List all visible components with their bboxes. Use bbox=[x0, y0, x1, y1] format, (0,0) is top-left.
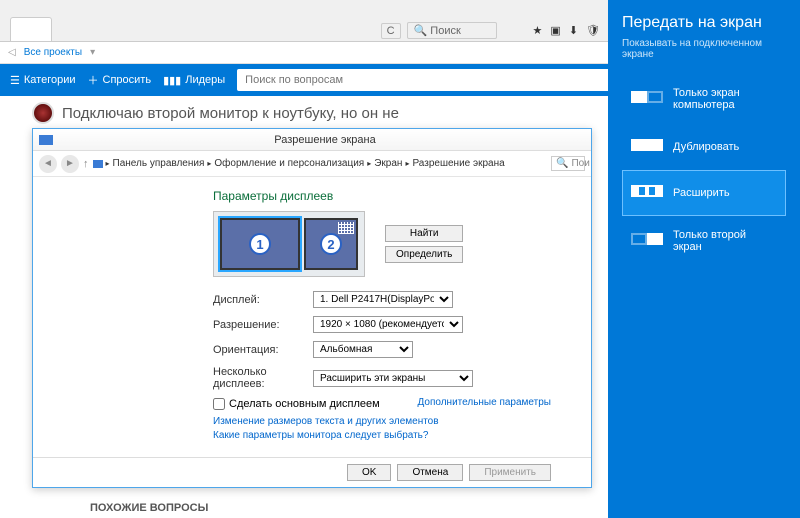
chart-icon: ▮▮▮ bbox=[163, 74, 181, 87]
project-charm-panel: Передать на экран Показывать на подключе… bbox=[608, 0, 800, 518]
charm-option-extend[interactable]: Расширить bbox=[622, 170, 786, 216]
browser-search-placeholder: Поиск bbox=[430, 25, 460, 37]
monitor-2[interactable]: 2 bbox=[304, 218, 358, 270]
browser-tab[interactable] bbox=[10, 17, 52, 41]
asker-avatar[interactable] bbox=[32, 102, 54, 124]
make-primary-label: Сделать основным дисплеем bbox=[229, 398, 380, 410]
bookmark-all-projects[interactable]: Все проекты bbox=[24, 47, 82, 58]
window-title: Разрешение экрана bbox=[59, 134, 591, 146]
browser-search[interactable]: 🔍 Поиск bbox=[407, 22, 497, 39]
app-icon bbox=[39, 135, 53, 145]
question-title: Подключаю второй монитор к ноутбуку, но … bbox=[62, 105, 399, 122]
display-label: Дисплей: bbox=[213, 294, 313, 306]
cancel-button[interactable]: Отмена bbox=[397, 464, 463, 481]
display-select[interactable]: 1. Dell P2417H(DisplayPort) bbox=[313, 291, 453, 308]
resolution-select[interactable]: 1920 × 1080 (рекомендуется) bbox=[313, 316, 463, 333]
ok-button[interactable]: OK bbox=[347, 464, 391, 481]
list-icon: ☰ bbox=[10, 74, 20, 87]
advanced-link[interactable]: Дополнительные параметры bbox=[418, 397, 551, 408]
detect-button[interactable]: Определить bbox=[385, 246, 463, 263]
charm-title: Передать на экран bbox=[622, 14, 786, 32]
nav-search[interactable]: 🔍Пои bbox=[551, 156, 585, 171]
charm-option-second-only[interactable]: Только второй экран bbox=[622, 216, 786, 266]
text-size-link[interactable]: Изменение размеров текста и других элеме… bbox=[213, 416, 551, 427]
which-settings-link[interactable]: Какие параметры монитора следует выбрать… bbox=[213, 430, 551, 441]
nav-forward-button[interactable]: ► bbox=[61, 155, 79, 173]
back-icon[interactable]: ◁ bbox=[8, 47, 16, 58]
apply-button[interactable]: Применить bbox=[469, 464, 551, 481]
charm-option-pc-only[interactable]: Только экран компьютера bbox=[622, 74, 786, 124]
explorer-nav: ◄ ► ↑ ▸ Панель управления▸ Оформление и … bbox=[33, 151, 591, 177]
orientation-select[interactable]: Альбомная bbox=[313, 341, 413, 358]
display-arrangement[interactable]: 1 2 bbox=[213, 211, 365, 277]
orientation-label: Ориентация: bbox=[213, 344, 313, 356]
pocket-icon[interactable]: ▣ bbox=[550, 24, 560, 37]
charm-option-duplicate[interactable]: Дублировать bbox=[622, 124, 786, 170]
multiple-label: Несколько дисплеев: bbox=[213, 366, 313, 390]
nav-up-icon[interactable]: ↑ bbox=[83, 158, 89, 170]
multiple-displays-select[interactable]: Расширить эти экраны bbox=[313, 370, 473, 387]
resolution-label: Разрешение: bbox=[213, 319, 313, 331]
monitor-1[interactable]: 1 bbox=[220, 218, 300, 270]
download-icon[interactable]: ⬇ bbox=[569, 24, 578, 37]
similar-questions-heading: ПОХОЖИЕ ВОПРОСЫ bbox=[90, 502, 208, 514]
section-title: Параметры дисплеев bbox=[213, 189, 551, 203]
reload-button[interactable]: С bbox=[381, 23, 401, 39]
cp-icon bbox=[93, 160, 103, 168]
nav-leaders[interactable]: ▮▮▮Лидеры bbox=[163, 74, 225, 87]
nav-ask[interactable]: ＋Спросить bbox=[88, 72, 152, 88]
shield-icon[interactable]: 🛡 bbox=[586, 24, 600, 37]
plus-icon: ＋ bbox=[88, 72, 99, 88]
nav-categories[interactable]: ☰Категории bbox=[10, 74, 76, 87]
star-icon[interactable]: ★ bbox=[533, 24, 543, 37]
charm-subtitle: Показывать на подключенном экране bbox=[622, 38, 786, 60]
nav-back-button[interactable]: ◄ bbox=[39, 155, 57, 173]
find-button[interactable]: Найти bbox=[385, 225, 463, 242]
make-primary-checkbox[interactable] bbox=[213, 398, 225, 410]
breadcrumb[interactable]: ▸ Панель управления▸ Оформление и персон… bbox=[93, 158, 505, 169]
control-panel-window: Разрешение экрана ◄ ► ↑ ▸ Панель управле… bbox=[32, 128, 592, 488]
